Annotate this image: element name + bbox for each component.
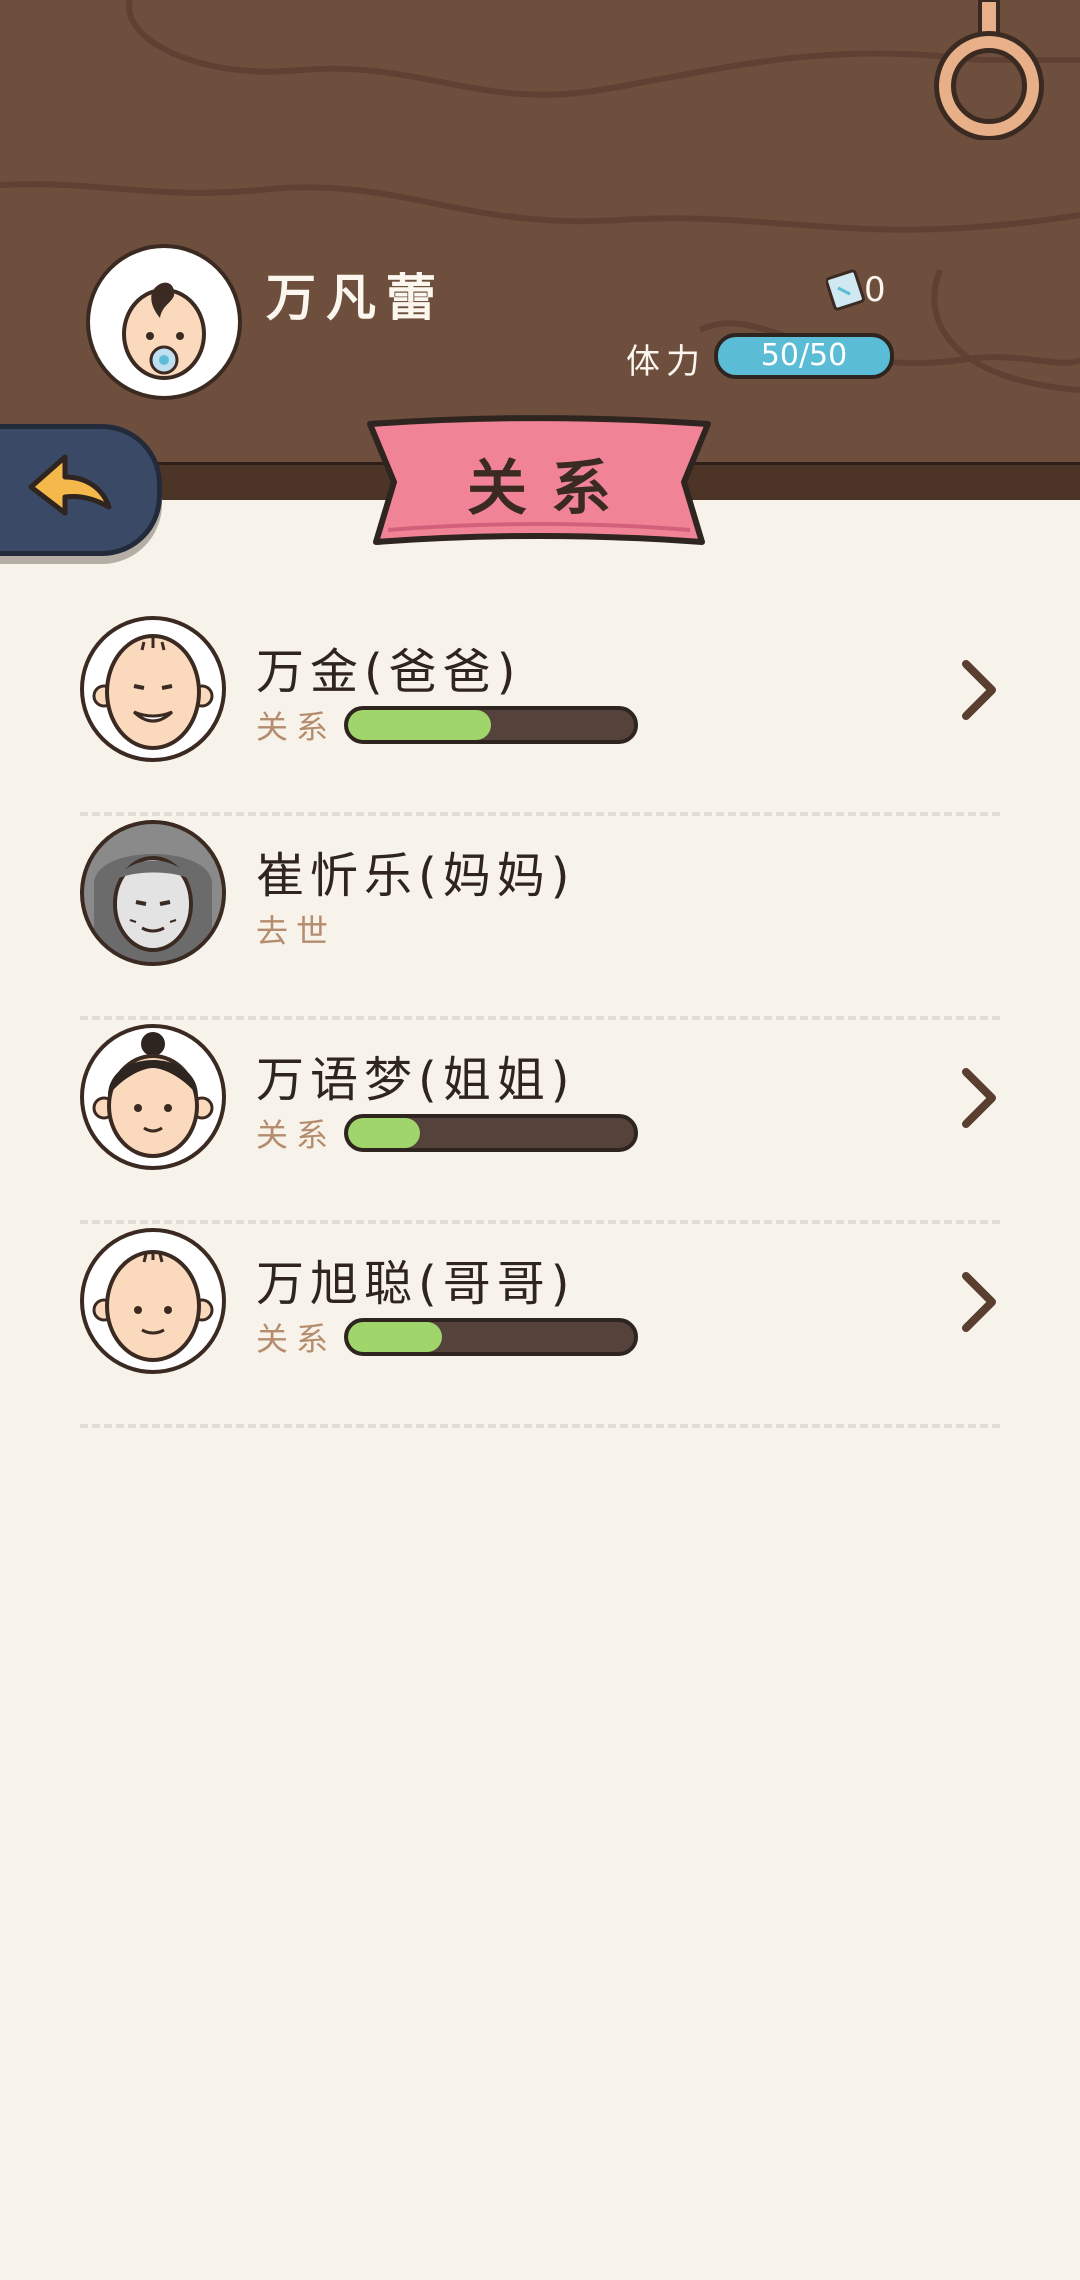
mother-face-icon xyxy=(94,854,212,962)
relation-bar-fill xyxy=(348,1118,420,1148)
mother-avatar xyxy=(80,820,226,966)
brother-avatar xyxy=(80,1228,226,1374)
player-avatar[interactable] xyxy=(86,244,242,400)
relation-name: 崔忻乐(妈妈) xyxy=(256,848,576,904)
baby-avatar-icon xyxy=(122,282,206,380)
father-face-icon xyxy=(92,634,214,750)
chevron-right-icon[interactable] xyxy=(960,658,1000,722)
brother-face-icon xyxy=(92,1250,214,1362)
relation-label: 关系 xyxy=(256,708,337,746)
chevron-right-icon[interactable] xyxy=(960,1066,1000,1130)
hook-ring-icon[interactable] xyxy=(934,0,1044,140)
relation-label: 关系 xyxy=(256,1320,337,1358)
page-title: 关系 xyxy=(467,454,635,524)
ticket-count: 0 xyxy=(864,270,886,310)
player-name: 万凡蕾 xyxy=(266,269,446,327)
relation-list: 万金(爸爸) 关系 崔忻乐(妈妈) 去世 万语梦(姐姐) 关系 万旭聪(哥哥) … xyxy=(80,612,1000,1428)
relation-label: 关系 xyxy=(256,1116,337,1154)
relation-name: 万金(爸爸) xyxy=(256,644,522,700)
relation-bar xyxy=(344,1114,638,1152)
relation-name: 万旭聪(哥哥) xyxy=(256,1256,576,1312)
relation-row-mother[interactable]: 崔忻乐(妈妈) 去世 xyxy=(80,816,1000,1020)
relation-name: 万语梦(姐姐) xyxy=(256,1052,576,1108)
chevron-right-icon[interactable] xyxy=(960,1270,1000,1334)
relation-bar xyxy=(344,1318,638,1356)
father-avatar xyxy=(80,616,226,762)
stamina-bar: 50/50 xyxy=(714,333,894,379)
relation-status: 去世 xyxy=(256,912,337,950)
stamina-label: 体力 xyxy=(626,342,706,382)
relation-bar xyxy=(344,706,638,744)
sister-avatar xyxy=(80,1024,226,1170)
back-button[interactable] xyxy=(0,424,162,556)
sister-face-icon xyxy=(92,1032,214,1158)
relation-bar-fill xyxy=(348,710,491,740)
relation-row-father[interactable]: 万金(爸爸) 关系 xyxy=(80,612,1000,816)
back-arrow-icon xyxy=(28,454,112,516)
relation-bar-fill xyxy=(348,1322,443,1352)
relation-row-brother[interactable]: 万旭聪(哥哥) 关系 xyxy=(80,1224,1000,1428)
relation-row-sister[interactable]: 万语梦(姐姐) 关系 xyxy=(80,1020,1000,1224)
